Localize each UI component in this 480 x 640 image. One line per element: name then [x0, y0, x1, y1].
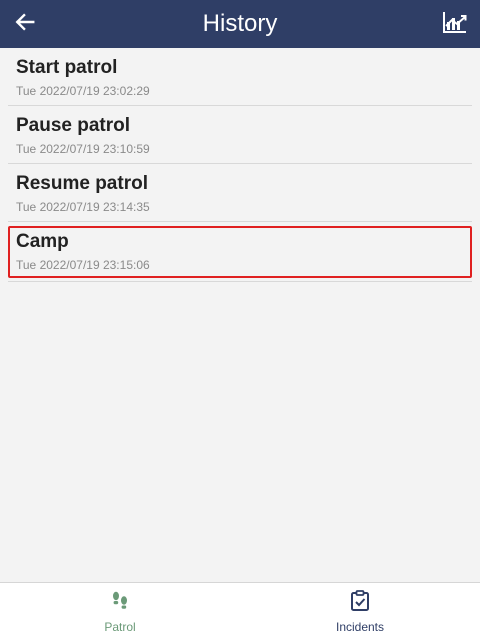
item-title: Start patrol — [16, 57, 118, 78]
nav-label-patrol: Patrol — [104, 620, 136, 634]
nav-tab-patrol[interactable]: Patrol — [0, 583, 240, 640]
list-item[interactable]: Resume patrol Tue 2022/07/19 23:14:35 — [8, 164, 472, 222]
list-item-selected[interactable]: Camp Tue 2022/07/19 23:15:06 — [8, 226, 472, 278]
item-title: Resume patrol — [16, 173, 148, 194]
item-title: Camp — [16, 231, 69, 252]
app-bar: History — [0, 0, 480, 48]
bottom-navigation: Patrol Incidents — [0, 582, 480, 640]
chart-button[interactable] — [440, 9, 470, 39]
footsteps-icon — [0, 590, 240, 612]
list-divider — [8, 281, 472, 282]
list-item[interactable]: Start patrol Tue 2022/07/19 23:02:29 — [8, 48, 472, 106]
nav-label-incidents: Incidents — [335, 620, 385, 634]
item-title: Pause patrol — [16, 115, 131, 136]
page-title: History — [202, 10, 278, 37]
item-timestamp: Tue 2022/07/19 23:15:06 — [16, 258, 150, 272]
back-button[interactable] — [10, 9, 40, 39]
chart-trend-icon — [442, 9, 468, 40]
item-timestamp: Tue 2022/07/19 23:10:59 — [16, 142, 150, 156]
clipboard-check-icon — [240, 590, 480, 612]
history-list: Start patrol Tue 2022/07/19 23:02:29 Pau… — [0, 48, 480, 282]
arrow-left-icon — [14, 11, 36, 38]
item-timestamp: Tue 2022/07/19 23:02:29 — [16, 84, 150, 98]
item-timestamp: Tue 2022/07/19 23:14:35 — [16, 200, 150, 214]
list-item[interactable]: Pause patrol Tue 2022/07/19 23:10:59 — [8, 106, 472, 164]
nav-tab-incidents[interactable]: Incidents — [240, 583, 480, 640]
